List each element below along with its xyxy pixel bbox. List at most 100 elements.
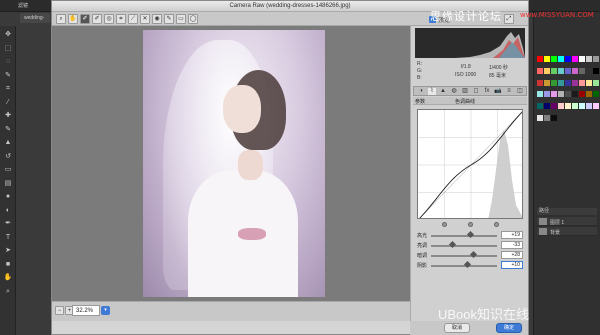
white-balance-icon[interactable]: ✐ (80, 14, 90, 24)
slider-track[interactable] (431, 260, 497, 269)
straighten-icon[interactable]: ⟋ (128, 14, 138, 24)
lasso-icon[interactable]: ◌ (3, 57, 13, 66)
color-swatch[interactable] (565, 91, 571, 98)
color-swatch[interactable] (558, 79, 564, 86)
color-swatch[interactable] (572, 91, 578, 98)
dodge-icon[interactable]: ◐ (3, 206, 13, 215)
slider-value-field[interactable]: +10 (501, 261, 523, 269)
color-swatch[interactable] (586, 79, 592, 86)
red-eye-icon[interactable]: ◉ (152, 14, 162, 24)
color-swatch[interactable] (565, 79, 571, 86)
color-swatch[interactable] (558, 56, 564, 62)
zoom-icon[interactable]: ⌕ (56, 14, 66, 24)
color-swatch[interactable] (579, 67, 585, 74)
spot-removal-icon[interactable]: ✕ (140, 14, 150, 24)
blur-icon[interactable]: ● (3, 192, 13, 201)
color-swatch[interactable] (551, 115, 557, 122)
targeted-adjust-icon[interactable]: ◎ (104, 14, 114, 24)
color-swatch[interactable] (579, 103, 585, 110)
color-swatch[interactable] (579, 79, 585, 86)
color-swatch[interactable] (586, 56, 592, 62)
tone-curve-tab-icon[interactable]: ⌇ (428, 88, 436, 95)
color-swatch[interactable] (544, 115, 550, 122)
color-swatch[interactable] (565, 103, 571, 110)
zoom-icon[interactable]: ⌕ (3, 287, 13, 296)
color-swatch[interactable] (593, 79, 599, 86)
paths-panel-header[interactable]: 路径 (537, 208, 597, 215)
color-swatch[interactable] (558, 67, 564, 74)
color-swatch[interactable] (593, 91, 599, 98)
tone-curve-graph[interactable] (417, 109, 523, 219)
color-swatch[interactable] (544, 79, 550, 86)
color-swatch[interactable] (544, 56, 550, 62)
color-swatch[interactable] (572, 67, 578, 74)
crop-icon[interactable]: ⌗ (3, 84, 13, 93)
color-swatch[interactable] (551, 103, 557, 110)
move-icon[interactable]: ✥ (3, 30, 13, 39)
calibration-tab-icon[interactable]: 📷 (494, 88, 502, 95)
color-swatch[interactable] (586, 103, 592, 110)
eraser-icon[interactable]: ▭ (3, 165, 13, 174)
ps-document-tab[interactable]: wedding- (20, 13, 50, 23)
color-swatch[interactable] (558, 103, 564, 110)
zoom-out-icon[interactable]: − (55, 306, 64, 315)
adjustment-brush-icon[interactable]: ✎ (164, 14, 174, 24)
pen-icon[interactable]: ✒ (3, 219, 13, 228)
color-swatch[interactable] (544, 91, 550, 98)
brush-icon[interactable]: ✎ (3, 125, 13, 134)
layer-row[interactable]: 图层 1 (537, 217, 597, 226)
slider-thumb[interactable] (467, 230, 475, 239)
stamp-icon[interactable]: ▲ (3, 138, 13, 147)
marquee-icon[interactable]: ⬚ (3, 44, 13, 53)
color-swatch[interactable] (544, 67, 550, 74)
graduated-filter-icon[interactable]: ▭ (176, 14, 186, 24)
color-swatch[interactable] (593, 103, 599, 110)
layer-row[interactable]: 背景 (537, 227, 597, 236)
color-swatch[interactable] (593, 56, 599, 62)
split-point-mid[interactable] (468, 222, 473, 227)
color-swatch[interactable] (537, 91, 543, 98)
color-swatch[interactable] (551, 56, 557, 62)
color-swatch[interactable] (565, 56, 571, 62)
radial-filter-icon[interactable]: ◯ (188, 14, 198, 24)
split-toning-tab-icon[interactable]: ▥ (461, 88, 469, 95)
color-swatch[interactable] (572, 56, 578, 62)
fullscreen-icon[interactable]: ⤢ (504, 14, 514, 24)
slider-thumb[interactable] (469, 250, 477, 259)
slider-value-field[interactable]: +19 (501, 231, 523, 239)
cancel-button[interactable]: 取消 (444, 323, 470, 333)
color-swatch[interactable] (572, 79, 578, 86)
type-icon[interactable]: T (3, 233, 13, 242)
crop-icon[interactable]: ⌗ (116, 14, 126, 24)
color-swatch[interactable] (551, 67, 557, 74)
slider-track[interactable] (431, 230, 497, 239)
color-swatch[interactable] (593, 67, 599, 74)
zoom-dropdown-icon[interactable]: ▾ (101, 306, 110, 315)
color-swatch[interactable] (537, 103, 543, 110)
slider-value-field[interactable]: +28 (501, 251, 523, 259)
split-point-dark[interactable] (442, 222, 447, 227)
healing-icon[interactable]: ✚ (3, 111, 13, 120)
slider-thumb[interactable] (449, 240, 457, 249)
effects-tab-icon[interactable]: fx (483, 88, 491, 95)
history-brush-icon[interactable]: ↺ (3, 152, 13, 161)
color-swatch[interactable] (537, 79, 543, 86)
presets-tab-icon[interactable]: ≡ (505, 88, 513, 95)
quick-select-icon[interactable]: ✎ (3, 71, 13, 80)
basic-tab-icon[interactable]: ◑ (417, 88, 425, 95)
zoom-level-field[interactable]: 32.2% (72, 305, 100, 316)
shape-icon[interactable]: ■ (3, 260, 13, 269)
image-preview-area[interactable] (52, 26, 410, 301)
slider-track[interactable] (431, 240, 497, 249)
color-sampler-icon[interactable]: ✐ (92, 14, 102, 24)
color-swatch[interactable] (565, 67, 571, 74)
ps-menu-item[interactable]: 滤镜 (18, 2, 28, 9)
color-swatch[interactable] (544, 103, 550, 110)
hand-icon[interactable]: ✋ (3, 273, 13, 282)
color-swatch[interactable] (551, 79, 557, 86)
color-swatch[interactable] (537, 67, 543, 74)
color-swatch[interactable] (579, 56, 585, 62)
gradient-icon[interactable]: ▤ (3, 179, 13, 188)
color-swatch[interactable] (586, 67, 592, 74)
path-select-icon[interactable]: ➤ (3, 246, 13, 255)
